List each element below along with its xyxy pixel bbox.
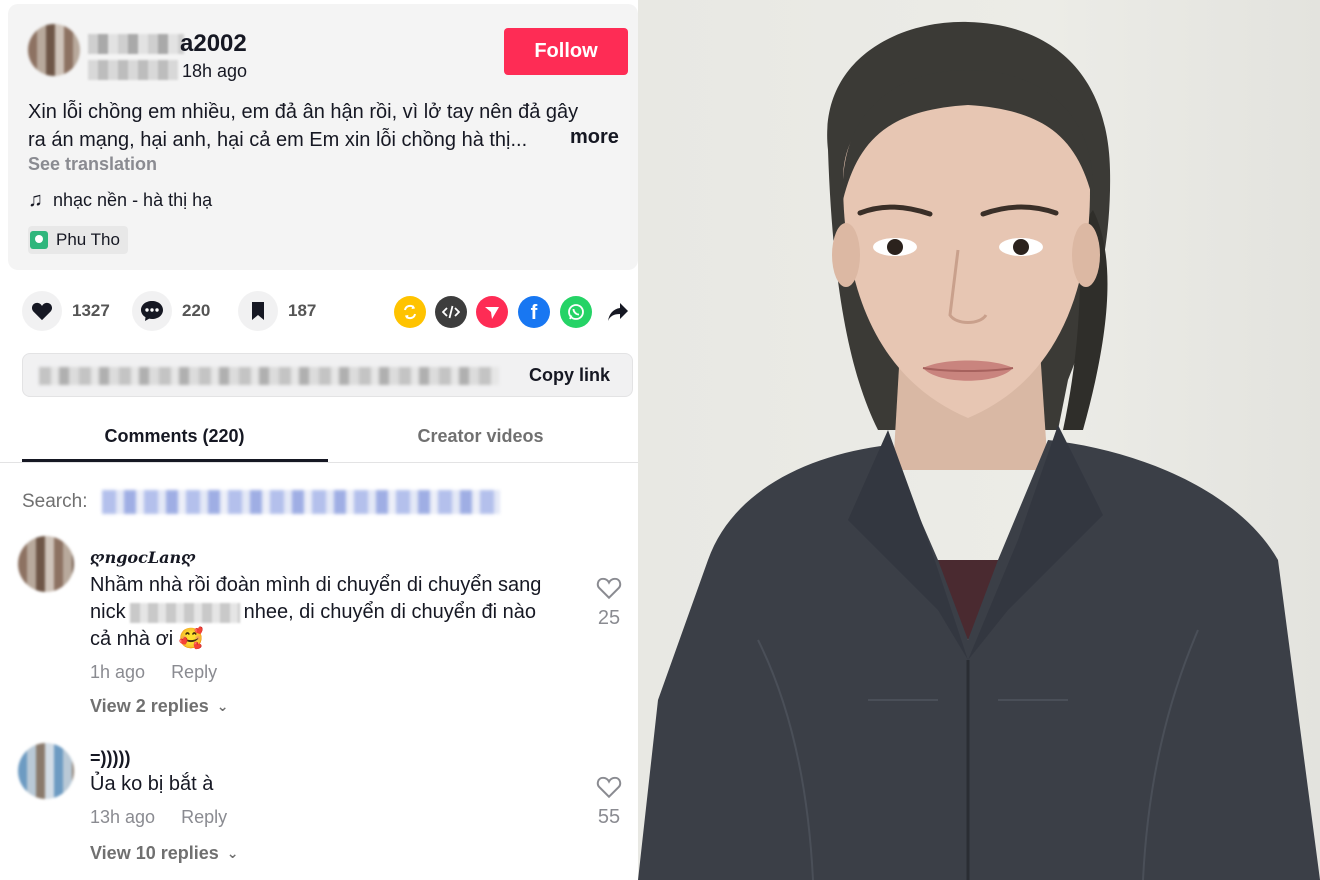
comment-text: Ủa ko bị bắt à: [90, 771, 580, 798]
music-title: nhạc nền - hà thị hạ: [53, 190, 213, 210]
comment-time: 13h ago: [90, 807, 156, 827]
caption-line-1: Xin lỗi chồng em nhiều, em đả ân hận rồi…: [28, 101, 579, 123]
comment-text-line: cả nhà ơi 🥰: [90, 628, 204, 650]
view-replies-button[interactable]: View 10 replies ⌄: [90, 843, 239, 864]
search-link-blurred[interactable]: [102, 490, 500, 514]
like-count: 1327: [72, 301, 110, 320]
heart-icon[interactable]: [22, 291, 62, 331]
author-username[interactable]: a2002: [180, 30, 247, 58]
comment-text: Nhầm nhà rồi đoàn mình di chuyển di chuy…: [90, 572, 580, 653]
save-action[interactable]: 187: [238, 291, 316, 331]
post-card: a2002 18h ago Follow Xin lỗi chồng em nh…: [8, 4, 638, 270]
view-replies-label: View 10 replies: [90, 843, 219, 863]
tiktok-post-panel: a2002 18h ago Follow Xin lỗi chồng em nh…: [0, 0, 638, 880]
comment-action[interactable]: 220: [132, 291, 210, 331]
music-link[interactable]: ♫ nhạc nền - hà thị hạ: [28, 189, 212, 212]
comment-meta: 13h ago Reply: [90, 807, 227, 828]
copy-link-bar: Copy link: [22, 353, 633, 397]
chevron-down-icon: ⌄: [216, 698, 229, 714]
tab-comments[interactable]: Comments (220): [22, 426, 327, 447]
location-pin-icon: [30, 231, 48, 249]
view-replies-label: View 2 replies: [90, 696, 209, 716]
follow-button[interactable]: Follow: [504, 28, 628, 75]
comment-text-line: Nhầm nhà rồi đoàn mình di chuyển di chuy…: [90, 574, 542, 596]
commenter-avatar[interactable]: [18, 536, 74, 592]
facebook-icon[interactable]: f: [518, 296, 550, 328]
author-subname-blurred: [88, 60, 178, 80]
see-translation-link[interactable]: See translation: [28, 154, 157, 175]
comment-time: 1h ago: [90, 662, 146, 682]
portrait-illustration: [638, 21, 1320, 880]
comment-text-fragment: nick: [90, 601, 126, 623]
caption-more-link[interactable]: more: [570, 126, 619, 149]
whatsapp-icon[interactable]: [560, 296, 592, 328]
location-label: Phu Tho: [56, 230, 120, 249]
like-action[interactable]: 1327: [22, 291, 110, 331]
commenter-name[interactable]: =))))): [90, 748, 130, 769]
repost-icon[interactable]: [394, 296, 426, 328]
post-time: 18h ago: [182, 61, 248, 81]
send-icon[interactable]: [476, 296, 508, 328]
reply-button[interactable]: Reply: [171, 662, 217, 683]
heart-outline-icon[interactable]: [596, 775, 622, 799]
save-count: 187: [288, 301, 317, 320]
author-name-blurred: [88, 34, 184, 54]
nickname-blurred: [129, 602, 240, 623]
heart-outline-icon[interactable]: [596, 576, 622, 600]
comment-text-line: Ủa ko bị bắt à: [90, 773, 214, 795]
post-caption: Xin lỗi chồng em nhiều, em đả ân hận rồi…: [28, 98, 628, 154]
location-tag[interactable]: Phu Tho: [28, 226, 128, 254]
comment-like-count: 55: [597, 806, 621, 828]
commenter-name[interactable]: ღngocLanღ: [90, 548, 196, 567]
reply-button[interactable]: Reply: [181, 807, 227, 828]
comment-text-line: nick nhee, di chuyển di chuyển đi nào: [90, 599, 580, 626]
search-label: Search:: [22, 491, 88, 512]
post-url-blurred[interactable]: [39, 367, 499, 385]
tab-creator-videos[interactable]: Creator videos: [328, 426, 633, 447]
commenter-avatar[interactable]: [18, 743, 74, 799]
comment-like[interactable]: 25: [589, 576, 629, 630]
chevron-down-icon: ⌄: [226, 845, 239, 861]
view-replies-button[interactable]: View 2 replies ⌄: [90, 696, 228, 717]
copy-link-button[interactable]: Copy link: [529, 365, 610, 386]
music-note-icon: ♫: [28, 189, 43, 211]
comment-like-count: 25: [597, 607, 621, 629]
caption-line-2: ra án mạng, hại anh, hại cả em Em xin lỗ…: [28, 129, 528, 151]
action-bar: 1327 220 187 f: [22, 291, 632, 333]
comment-text-fragment: nhee, di chuyển di chuyển đi nào: [243, 601, 537, 623]
embed-icon[interactable]: [435, 296, 467, 328]
comment-meta: 1h ago Reply: [90, 662, 217, 683]
bookmark-icon[interactable]: [238, 291, 278, 331]
comment-like[interactable]: 55: [589, 775, 629, 829]
portrait-photo: [638, 0, 1320, 880]
author-avatar[interactable]: [28, 24, 80, 76]
comment-tabs: Comments (220) Creator videos: [0, 415, 638, 463]
share-arrow-icon[interactable]: [602, 296, 634, 328]
comment-count: 220: [182, 301, 211, 320]
active-tab-indicator: [22, 459, 328, 462]
comment-bubble-icon[interactable]: [132, 291, 172, 331]
